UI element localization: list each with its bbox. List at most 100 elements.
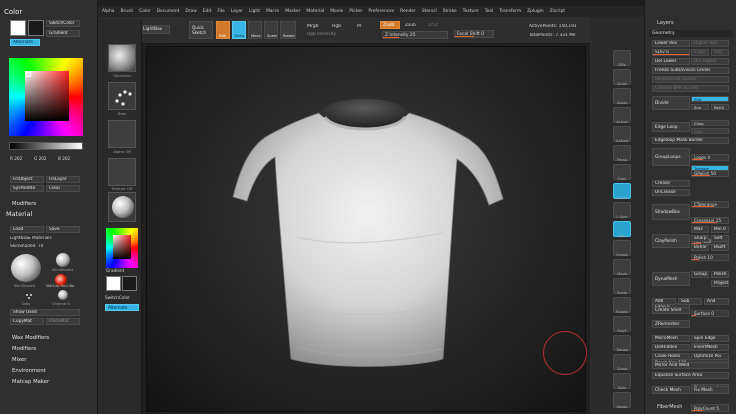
dynamesh-project-toggle[interactable]: Project	[711, 280, 729, 287]
menu-alpha[interactable]: Alpha	[102, 9, 114, 14]
fix-mesh-button[interactable]: Fix Mesh	[691, 386, 729, 394]
lightbox-button[interactable]: LightBox	[140, 25, 170, 34]
ctolerance-slider[interactable]: CTolerance	[691, 201, 729, 208]
layers-section[interactable]: Layers	[657, 20, 674, 26]
polycount-slider[interactable]: PolyCount 5	[691, 404, 729, 412]
lower-res-button[interactable]: Lower Res	[652, 40, 690, 47]
menu-transform[interactable]: Transform	[499, 9, 521, 14]
disp-toggle[interactable]: Disp	[691, 128, 729, 134]
material-ball-small[interactable]	[56, 253, 70, 267]
menu-picker[interactable]: Picker	[349, 9, 362, 14]
shelf-alternate-toggle[interactable]: Alternate	[105, 304, 139, 311]
sub-button[interactable]: Sub	[678, 298, 702, 305]
menu-texture[interactable]: Texture	[463, 9, 479, 14]
menu-stencil[interactable]: Stencil	[422, 9, 437, 14]
menu-file[interactable]: File	[217, 9, 224, 14]
claypolish-max-slider[interactable]: Max	[691, 226, 709, 233]
zadd-toggle[interactable]: Zadd	[380, 21, 400, 29]
tshirt-model-icon[interactable]	[147, 47, 587, 413]
optimize-points-button[interactable]: Optimize Poi	[691, 353, 729, 360]
chrome-ball[interactable]	[58, 290, 68, 300]
reuv-button[interactable]: ReUV	[711, 104, 729, 110]
higher-res-button[interactable]: Higher Res	[691, 40, 729, 47]
menu-movie[interactable]: Movie	[330, 9, 343, 14]
saturation-value-square[interactable]	[25, 71, 69, 121]
menu-macro[interactable]: Macro	[266, 9, 279, 14]
dots-material-icon[interactable]	[24, 292, 34, 302]
shadowbox-button[interactable]: ShadowBox	[652, 204, 690, 220]
dynamesh-button[interactable]: DynaMesh	[652, 272, 690, 286]
3d-viewport-canvas[interactable]	[146, 46, 587, 413]
brush-thumbnail[interactable]	[108, 44, 136, 72]
shelf-gradient-label[interactable]: Gradient	[106, 268, 124, 273]
edgeloop-mask-border-button[interactable]: Edgeloop Mask Border	[652, 137, 729, 144]
delhidden-button[interactable]: DelHidden	[652, 344, 690, 351]
crisp-toggle[interactable]: Crisp	[691, 120, 729, 126]
main-color-swatch[interactable]	[10, 20, 26, 36]
alternate-toggle[interactable]: Alternate	[10, 39, 40, 46]
material-load-button[interactable]: Load	[10, 226, 44, 233]
material-modifiers-section[interactable]: Modifiers	[12, 346, 36, 352]
crease-button[interactable]: Crease	[652, 180, 690, 187]
dynamesh-polish-toggle[interactable]: Polish	[711, 271, 729, 278]
creaselvl-slider[interactable]: CreaseLvl 15	[691, 217, 729, 224]
fill-object-button[interactable]: FillObject	[10, 176, 44, 183]
menu-tool[interactable]: Tool	[485, 9, 494, 14]
rgb-toggle[interactable]: Rgb	[332, 24, 341, 29]
quick-sketch-button[interactable]: Quick Sketch	[189, 21, 213, 39]
green-value[interactable]: G 202	[34, 156, 47, 161]
modifiers-section[interactable]: Modifiers	[12, 201, 36, 207]
shelf-secondary-color-swatch[interactable]	[122, 276, 137, 291]
menu-document[interactable]: Document	[157, 9, 180, 14]
focal-shift-slider[interactable]: Focal Shift 0	[454, 30, 494, 38]
soft-slider[interactable]: Soft	[711, 235, 729, 242]
switch-color-button[interactable]: SwitchColor	[46, 20, 80, 27]
copymat-button[interactable]: CopyMat	[10, 318, 44, 325]
grayscale-bar[interactable]	[9, 142, 83, 150]
menu-color[interactable]: Color	[139, 9, 150, 14]
matcap-maker-section[interactable]: Matcap Maker	[12, 379, 49, 385]
menu-preferences[interactable]: Preferences	[368, 9, 394, 14]
surface-slider[interactable]: Surface 0	[691, 310, 729, 317]
color-picker[interactable]	[9, 58, 83, 136]
freeze-subdivision-button[interactable]: Freeze SubDivision Levels	[652, 67, 729, 74]
micromesh-button[interactable]: MicroMesh	[652, 335, 690, 342]
close-holes-button[interactable]: Close Holes	[652, 353, 690, 360]
menu-layer[interactable]: Layer	[231, 9, 243, 14]
menu-marker[interactable]: Marker	[285, 9, 300, 14]
rotate-mode-button[interactable]: Rotate	[280, 21, 296, 39]
fibermesh-section[interactable]: FiberMesh	[657, 404, 682, 410]
shelf-main-color-swatch[interactable]	[106, 276, 121, 291]
sys-palette-button[interactable]: SysPalette	[10, 185, 44, 192]
menu-light[interactable]: Light	[249, 9, 260, 14]
zsub-toggle[interactable]: Zsub	[405, 23, 416, 28]
edge-loop-button[interactable]: Edge Loop	[652, 122, 690, 132]
dynamesh-group-toggle[interactable]: Group	[691, 271, 709, 278]
rgb-intensity-slider[interactable]: Rgb Intensity	[307, 32, 336, 37]
mini-color-picker[interactable]	[106, 228, 138, 268]
gradient-button[interactable]: Gradient	[46, 30, 80, 37]
cage-button[interactable]: Cage	[691, 49, 709, 56]
equalize-surface-area-button[interactable]: Equalize Surface Area	[652, 372, 729, 379]
shadowbox-polish-slider[interactable]: Polish 10	[691, 254, 729, 261]
draw-mode-button[interactable]: Draw	[232, 21, 246, 39]
add-button[interactable]: Add	[652, 298, 676, 305]
rstr-button[interactable]: Rstr	[711, 49, 729, 56]
divide-button[interactable]: Divide	[652, 96, 690, 110]
gpolish-slider[interactable]: GPolish 50	[691, 170, 729, 177]
lightbox-materials-link[interactable]: Lightbox▸ Materials	[10, 236, 52, 241]
menu-edit[interactable]: Edit	[203, 9, 212, 14]
convert-bpr-button[interactable]: Convert BPR To Geo	[652, 85, 729, 92]
show-used-button[interactable]: Show Used	[10, 309, 80, 316]
zcut-toggle[interactable]: Zcut	[428, 23, 438, 28]
menu-zplugin[interactable]: Zplugin	[527, 9, 544, 14]
material-ball-large[interactable]	[11, 254, 41, 282]
loops-slider[interactable]: Loops 4	[691, 154, 729, 161]
bsoft-slider[interactable]: BSoft	[711, 244, 729, 251]
claypolish-button[interactable]: ClayPolish	[652, 234, 690, 248]
shelf-switch-color-button[interactable]: SwitchColor	[105, 295, 130, 300]
uncrease-button[interactable]: UnCrease	[652, 189, 690, 196]
menu-draw[interactable]: Draw	[185, 9, 196, 14]
secondary-color-swatch[interactable]	[28, 20, 44, 36]
menu-render[interactable]: Render	[400, 9, 416, 14]
